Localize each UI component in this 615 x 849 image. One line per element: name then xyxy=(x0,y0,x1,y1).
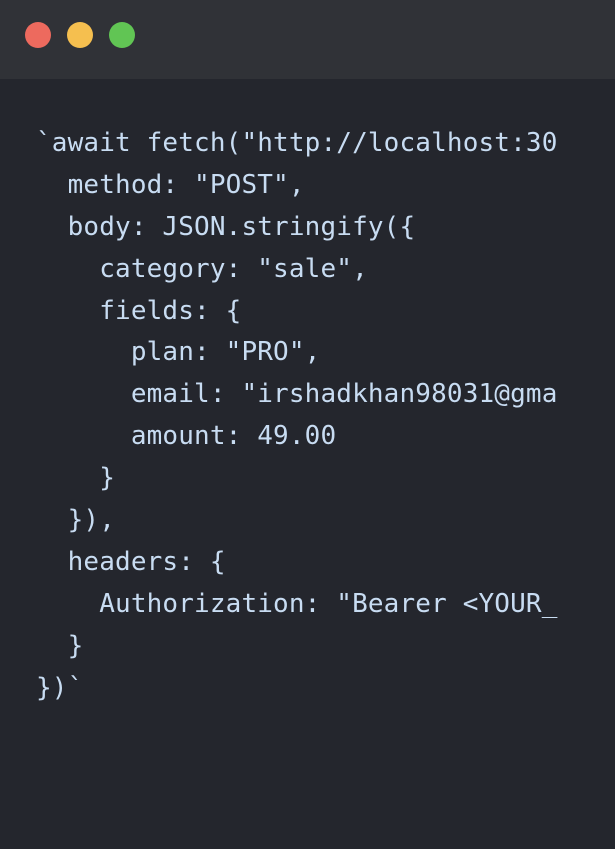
code-line: })` xyxy=(36,672,84,703)
close-window-button[interactable] xyxy=(25,22,51,48)
code-line: } xyxy=(36,463,116,494)
code-line: plan: "PRO", xyxy=(36,337,321,368)
code-line: headers: { xyxy=(36,546,226,577)
code-line: method: "POST", xyxy=(36,169,305,200)
code-line: body: JSON.stringify({ xyxy=(36,211,416,242)
code-line: fields: { xyxy=(36,295,242,326)
code-line: category: "sale", xyxy=(36,253,368,284)
code-line: } xyxy=(36,630,84,661)
minimize-window-button[interactable] xyxy=(67,22,93,48)
code-line: amount: 49.00 xyxy=(36,421,337,452)
code-line: email: "irshadkhan98031@gma xyxy=(36,379,558,410)
code-line: `await fetch("http://localhost:30 xyxy=(36,128,558,158)
code-line: Authorization: "Bearer <YOUR_ xyxy=(36,588,558,619)
code-line: }), xyxy=(36,505,116,536)
window-titlebar xyxy=(0,0,615,79)
code-window: `await fetch("http://localhost:30 method… xyxy=(0,0,615,849)
maximize-window-button[interactable] xyxy=(109,22,135,48)
code-block: `await fetch("http://localhost:30 method… xyxy=(36,123,615,709)
